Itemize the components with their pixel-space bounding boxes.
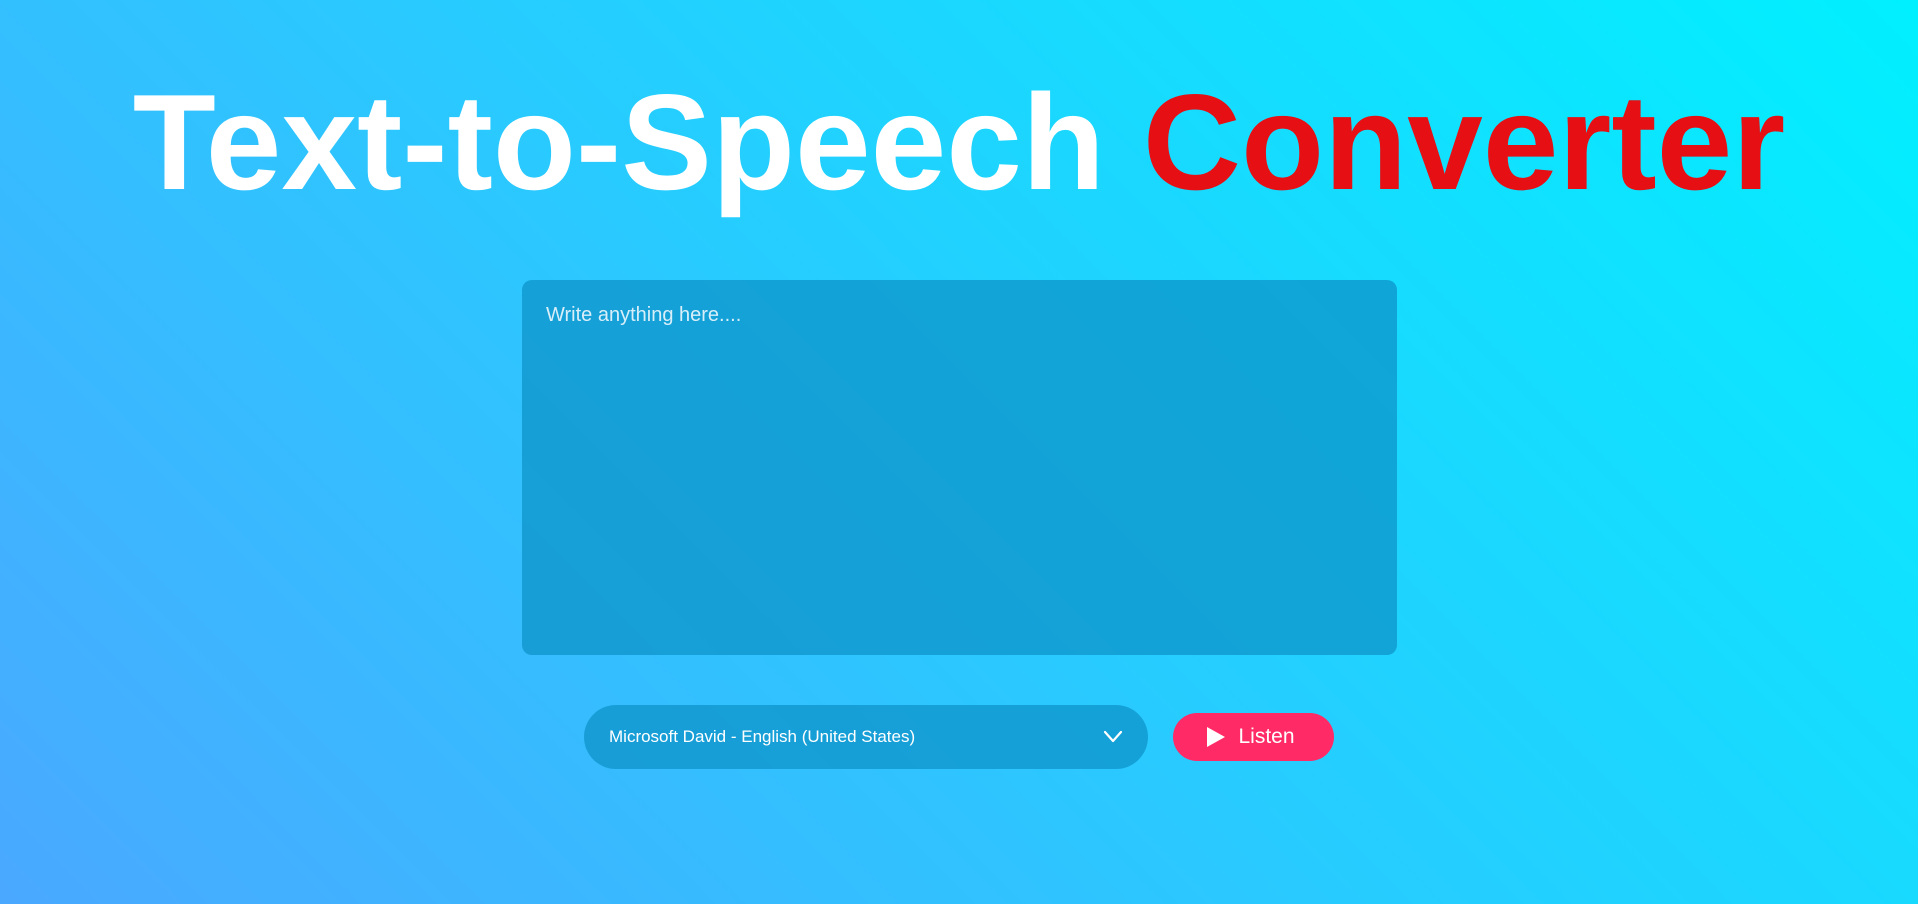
controls-row: Microsoft David - English (United States… — [584, 705, 1334, 769]
play-icon — [1206, 726, 1226, 748]
voice-select-value: Microsoft David - English (United States… — [609, 727, 916, 746]
title-accent: Converter — [1142, 66, 1786, 218]
voice-select[interactable]: Microsoft David - English (United States… — [584, 705, 1148, 769]
page-title: Text-to-Speech Converter — [0, 62, 1918, 222]
chevron-down-icon — [1102, 726, 1124, 748]
text-input[interactable] — [522, 280, 1397, 655]
title-main: Text-to-Speech — [132, 66, 1106, 218]
listen-label: Listen — [1238, 725, 1295, 748]
listen-button[interactable]: Listen — [1173, 713, 1334, 761]
